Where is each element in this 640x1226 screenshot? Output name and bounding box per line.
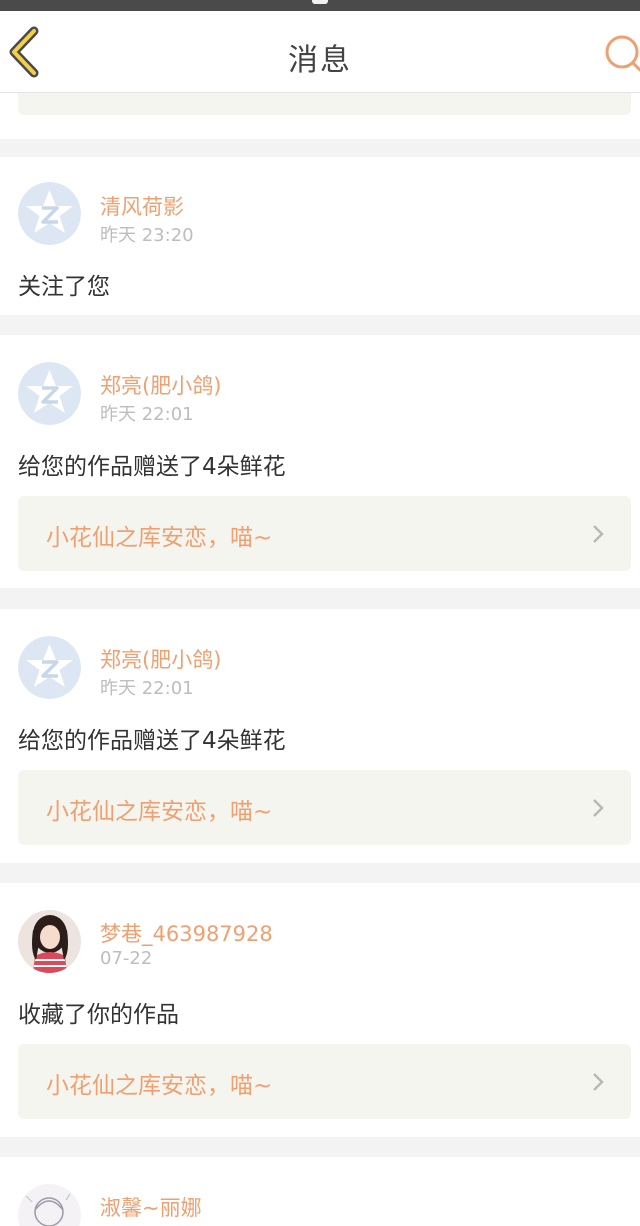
avatar[interactable] [18, 182, 81, 245]
qzone-default-avatar-icon [18, 182, 81, 245]
status-bar-notch [312, 0, 328, 4]
message-time: 昨天 22:01 [100, 404, 194, 425]
avatar[interactable] [18, 910, 81, 973]
page-title: 消息 [288, 43, 352, 78]
chevron-right-icon [593, 525, 604, 543]
search-icon[interactable] [600, 32, 640, 72]
list-item: 淑馨~丽娜 [0, 1157, 640, 1226]
list-item: 清风荷影 昨天 23:20 关注了您 [0, 157, 640, 315]
work-link[interactable]: 小花仙之库安恋，喵~ [18, 496, 631, 571]
sender-name[interactable]: 郑亮(肥小鸽) [100, 370, 221, 400]
qzone-default-avatar-icon [18, 636, 81, 699]
message-list: 清风荷影 昨天 23:20 关注了您 郑亮(肥小鸽) 昨天 22:01 给您的作… [0, 93, 640, 1226]
work-link[interactable] [18, 93, 631, 115]
status-bar [0, 0, 640, 11]
sender-name[interactable]: 梦巷_463987928 [100, 918, 273, 948]
list-item: 梦巷_463987928 07-22 收藏了你的作品 小花仙之库安恋，喵~ [0, 883, 640, 1137]
message-time: 07-22 [100, 948, 153, 969]
sender-name[interactable]: 清风荷影 [100, 191, 184, 221]
list-item [0, 93, 640, 139]
sender-name[interactable]: 淑馨~丽娜 [100, 1192, 202, 1222]
user-drawing-avatar-icon [18, 1184, 81, 1226]
list-item: 郑亮(肥小鸽) 昨天 22:01 给您的作品赠送了4朵鲜花 小花仙之库安恋，喵~ [0, 609, 640, 863]
message-time: 昨天 23:20 [100, 225, 194, 246]
qzone-default-avatar-icon [18, 362, 81, 425]
message-text: 收藏了你的作品 [18, 1002, 179, 1028]
sender-name[interactable]: 郑亮(肥小鸽) [100, 644, 221, 674]
avatar[interactable] [18, 362, 81, 425]
work-title: 小花仙之库安恋，喵~ [46, 799, 273, 825]
chevron-right-icon [593, 1073, 604, 1091]
top-nav-bar: 消息 [0, 11, 640, 93]
chevron-right-icon [593, 799, 604, 817]
message-text: 关注了您 [18, 274, 110, 300]
work-title: 小花仙之库安恋，喵~ [46, 1073, 273, 1099]
user-photo-avatar-icon [18, 910, 81, 973]
list-item: 郑亮(肥小鸽) 昨天 22:01 给您的作品赠送了4朵鲜花 小花仙之库安恋，喵~ [0, 335, 640, 588]
work-link[interactable]: 小花仙之库安恋，喵~ [18, 770, 631, 845]
avatar[interactable] [18, 1184, 81, 1226]
avatar[interactable] [18, 636, 81, 699]
work-link[interactable]: 小花仙之库安恋，喵~ [18, 1044, 631, 1119]
message-text: 给您的作品赠送了4朵鲜花 [18, 728, 286, 754]
message-text: 给您的作品赠送了4朵鲜花 [18, 454, 286, 480]
message-time: 昨天 22:01 [100, 678, 194, 699]
work-title: 小花仙之库安恋，喵~ [46, 525, 273, 551]
